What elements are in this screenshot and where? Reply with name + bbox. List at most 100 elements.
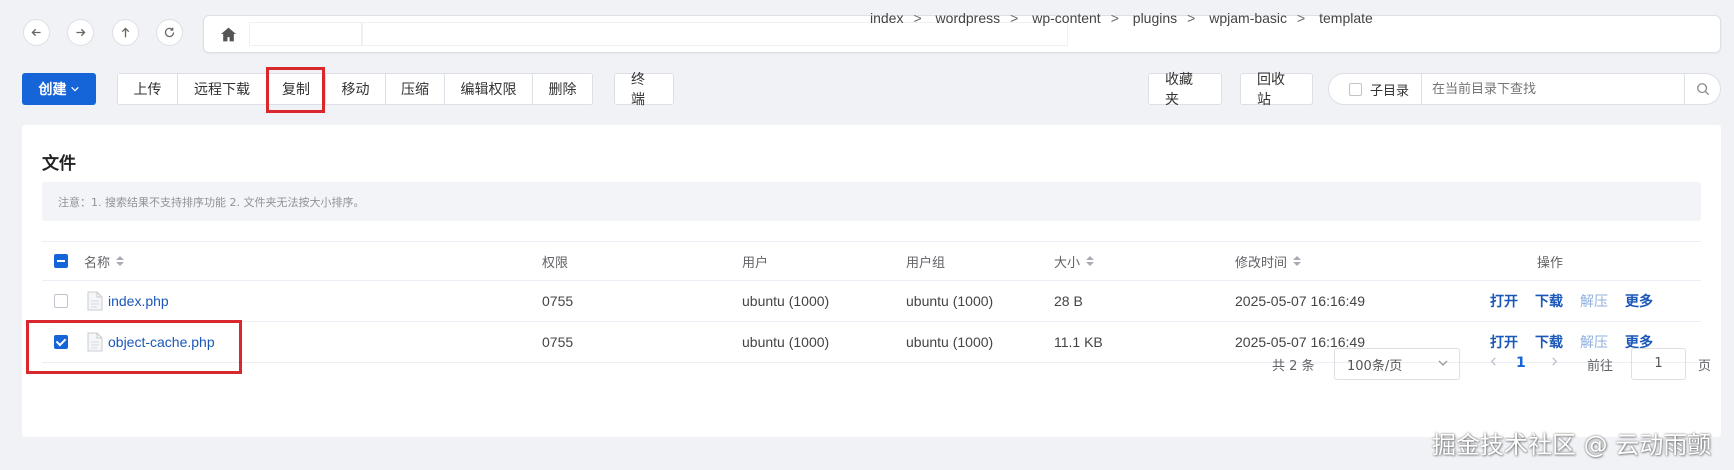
prev-page-button[interactable] bbox=[1488, 355, 1499, 371]
search-box: 子目录 bbox=[1328, 73, 1721, 105]
home-icon[interactable] bbox=[220, 26, 237, 43]
notice-bar: 注意：1. 搜索结果不支持排序功能 2. 文件夹无法按大小排序。 bbox=[42, 182, 1701, 221]
panel-title: 文件 bbox=[42, 154, 76, 174]
refresh-button[interactable] bbox=[156, 19, 183, 46]
select-all-checkbox[interactable] bbox=[54, 254, 68, 268]
edit-permission-button[interactable]: 编辑权限 bbox=[445, 74, 533, 104]
breadcrumb-item[interactable]: template bbox=[1319, 10, 1373, 26]
move-button[interactable]: 移动 bbox=[326, 74, 386, 104]
recycle-bin-button[interactable]: 回收站 bbox=[1240, 72, 1313, 108]
search-icon bbox=[1696, 83, 1709, 96]
breadcrumb-item[interactable]: index bbox=[870, 10, 903, 26]
row-checkbox[interactable] bbox=[54, 294, 68, 308]
current-page[interactable]: 1 bbox=[1516, 355, 1526, 371]
download-action[interactable]: 下载 bbox=[1535, 291, 1563, 311]
next-page-button[interactable] bbox=[1549, 355, 1560, 371]
back-button[interactable] bbox=[23, 19, 50, 46]
group-cell: ubuntu (1000) bbox=[906, 334, 994, 350]
permission-cell: 0755 bbox=[542, 334, 574, 350]
compress-button[interactable]: 压缩 bbox=[386, 74, 445, 104]
header-mtime-label: 修改时间 bbox=[1235, 255, 1288, 271]
redacted-area bbox=[249, 22, 362, 46]
breadcrumb-separator: > bbox=[1010, 10, 1019, 26]
header-size-label: 大小 bbox=[1054, 255, 1081, 271]
search-button[interactable] bbox=[1684, 74, 1720, 104]
file-action-group: 上传 远程下载 复制 移动 压缩 编辑权限 删除 bbox=[117, 73, 593, 105]
chevron-down-icon bbox=[70, 86, 79, 92]
row-checkbox[interactable] bbox=[54, 335, 68, 349]
terminal-button[interactable]: 终端 bbox=[614, 72, 674, 108]
back-arrow-icon bbox=[31, 28, 41, 37]
file-icon bbox=[87, 332, 103, 352]
up-arrow-icon bbox=[121, 27, 130, 38]
watermark: 掘金技术社区 @ 云动雨颤 bbox=[1432, 431, 1712, 459]
sort-icon[interactable] bbox=[116, 256, 125, 266]
file-name-cell: index.php bbox=[87, 281, 169, 321]
forward-button[interactable] bbox=[67, 19, 94, 46]
sort-icon[interactable] bbox=[1293, 256, 1302, 266]
extract-action: 解压 bbox=[1580, 294, 1608, 310]
breadcrumb-separator: > bbox=[913, 10, 922, 26]
up-button[interactable] bbox=[112, 19, 139, 46]
file-icon bbox=[87, 291, 103, 311]
open-action[interactable]: 打开 bbox=[1490, 291, 1518, 311]
toolbar: 创建 上传 远程下载 复制 移动 压缩 编辑权限 删除 终端 收藏夹 回收站 子… bbox=[0, 67, 1734, 113]
extract-action: 解压 bbox=[1580, 335, 1608, 351]
file-name-link[interactable]: object-cache.php bbox=[108, 334, 215, 350]
breadcrumb: index > wordpress > wp-content > plugins > w… bbox=[870, 10, 1383, 26]
sort-icon[interactable] bbox=[1086, 256, 1095, 266]
page-suffix: 页 bbox=[1698, 359, 1712, 374]
refresh-icon bbox=[164, 27, 175, 38]
remote-download-button[interactable]: 远程下载 bbox=[178, 74, 267, 104]
file-panel: 文件 注意：1. 搜索结果不支持排序功能 2. 文件夹无法按大小排序。 名称 权… bbox=[22, 125, 1721, 437]
favorites-button[interactable]: 收藏夹 bbox=[1148, 72, 1222, 108]
top-bar: index > wordpress > wp-content > plugins > w… bbox=[0, 0, 1734, 62]
file-name-cell: object-cache.php bbox=[87, 322, 215, 362]
download-action[interactable]: 下载 bbox=[1535, 332, 1563, 352]
breadcrumb-separator: > bbox=[1297, 10, 1306, 26]
header-mtime[interactable]: 修改时间 bbox=[1235, 242, 1302, 280]
table-row: index.php 0755 ubuntu (1000) ubuntu (100… bbox=[42, 281, 1701, 322]
chevron-down-icon bbox=[1438, 360, 1448, 366]
user-cell: ubuntu (1000) bbox=[742, 293, 830, 309]
header-group: 用户组 bbox=[906, 255, 946, 271]
group-cell: ubuntu (1000) bbox=[906, 293, 994, 309]
create-button[interactable]: 创建 bbox=[22, 73, 96, 105]
size-cell: 11.1 KB bbox=[1054, 334, 1103, 350]
actions-cell: 打开 下载 解压 更多 bbox=[1490, 281, 1670, 321]
header-actions: 操作 bbox=[1537, 255, 1564, 271]
total-count: 共 2 条 bbox=[1272, 359, 1315, 374]
breadcrumb-item[interactable]: plugins bbox=[1133, 10, 1177, 26]
subdir-label: 子目录 bbox=[1370, 83, 1410, 99]
header-size[interactable]: 大小 bbox=[1054, 242, 1095, 280]
create-label: 创建 bbox=[38, 82, 67, 98]
subdir-checkbox[interactable] bbox=[1349, 82, 1362, 96]
open-action[interactable]: 打开 bbox=[1490, 332, 1518, 352]
table-header: 名称 权限 用户 用户组 大小 修改时间 操作 bbox=[42, 241, 1701, 281]
mtime-cell: 2025-05-07 16:16:49 bbox=[1235, 293, 1365, 309]
header-permission: 权限 bbox=[542, 255, 569, 271]
upload-button[interactable]: 上传 bbox=[118, 74, 178, 104]
notice-text: 注意：1. 搜索结果不支持排序功能 2. 文件夹无法按大小排序。 bbox=[58, 195, 365, 209]
breadcrumb-item[interactable]: wordpress bbox=[936, 10, 1001, 26]
delete-button[interactable]: 删除 bbox=[533, 74, 592, 104]
chevron-right-icon bbox=[1552, 357, 1558, 366]
chevron-left-icon bbox=[1490, 357, 1496, 366]
breadcrumb-separator: > bbox=[1110, 10, 1119, 26]
divider bbox=[1421, 74, 1423, 104]
copy-button[interactable]: 复制 bbox=[267, 74, 326, 104]
select-all-cell bbox=[54, 242, 68, 280]
breadcrumb-separator: > bbox=[1187, 10, 1196, 26]
search-input[interactable] bbox=[1432, 81, 1653, 97]
more-action[interactable]: 更多 bbox=[1625, 291, 1653, 311]
page-size-select[interactable]: 100条/页 bbox=[1334, 348, 1460, 380]
header-name-label: 名称 bbox=[84, 255, 111, 271]
user-cell: ubuntu (1000) bbox=[742, 334, 830, 350]
breadcrumb-item[interactable]: wpjam-basic bbox=[1209, 10, 1287, 26]
permission-cell: 0755 bbox=[542, 293, 574, 309]
file-name-link[interactable]: index.php bbox=[108, 293, 169, 309]
header-name[interactable]: 名称 bbox=[84, 242, 125, 280]
goto-page-input[interactable]: 1 bbox=[1631, 348, 1686, 380]
page-size-value: 100条/页 bbox=[1347, 358, 1403, 374]
breadcrumb-item[interactable]: wp-content bbox=[1032, 10, 1100, 26]
